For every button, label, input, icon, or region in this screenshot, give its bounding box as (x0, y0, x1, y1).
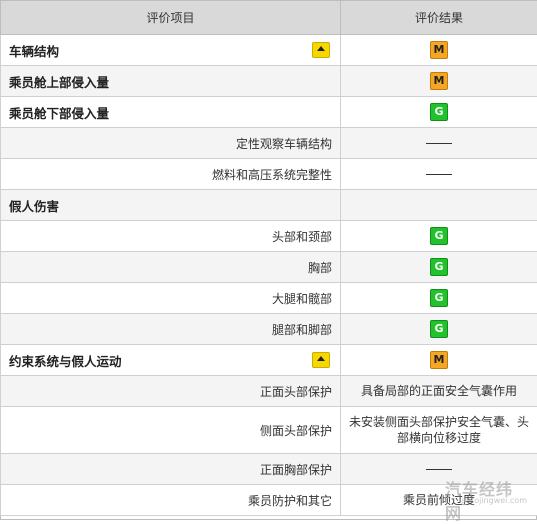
category-label: 约束系统与假人运动 (9, 351, 122, 370)
subitem-cell: 燃料和高压系统完整性 (1, 159, 341, 190)
expand-up-arrow-icon[interactable] (312, 42, 330, 58)
subitem-cell: 胸部 (1, 252, 341, 283)
category-cell: 车辆结构 (1, 35, 341, 66)
result-cell: G (341, 314, 537, 345)
rating-badge-g: G (430, 103, 448, 121)
rating-badge-m: M (430, 72, 448, 90)
subitem-label: 定性观察车辆结构 (236, 137, 332, 151)
table-row: 腿部和脚部 G (1, 314, 537, 345)
result-cell: 未安装侧面头部保护安全气囊、头部横向位移过度 (341, 407, 537, 454)
result-cell (341, 128, 537, 159)
result-text: 未安装侧面头部保护安全气囊、头部横向位移过度 (349, 414, 529, 446)
category-label: 乘员舱下部侵入量 (9, 103, 109, 122)
result-cell (341, 159, 537, 190)
result-cell: G (341, 252, 537, 283)
result-cell (341, 454, 537, 485)
table-row: 假人伤害 (1, 190, 537, 221)
table-row: 约束系统与假人运动 M (1, 345, 537, 376)
table-row: 燃料和高压系统完整性 (1, 159, 537, 190)
subitem-cell: 定性观察车辆结构 (1, 128, 341, 159)
subitem-label: 腿部和脚部 (272, 323, 332, 337)
rating-badge-g: G (430, 258, 448, 276)
subitem-cell: 大腿和髋部 (1, 283, 341, 314)
subitem-label: 正面胸部保护 (260, 463, 332, 477)
subitem-label: 胸部 (308, 261, 332, 275)
result-cell: 具备局部的正面安全气囊作用 (341, 376, 537, 407)
result-cell: M (341, 66, 537, 97)
table-row: 大腿和髋部 G (1, 283, 537, 314)
result-cell: M (341, 345, 537, 376)
header-item: 评价项目 (1, 1, 341, 35)
subitem-cell: 腿部和脚部 (1, 314, 341, 345)
category-label: 乘员舱上部侵入量 (9, 72, 109, 91)
result-text: 乘员前倾过度 (403, 492, 475, 508)
category-label: 假人伤害 (9, 196, 59, 215)
rating-badge-m: M (430, 41, 448, 59)
rating-badge-m: M (430, 351, 448, 369)
rating-badge-g: G (430, 320, 448, 338)
table-row: 胸部 G (1, 252, 537, 283)
result-text: 具备局部的正面安全气囊作用 (361, 383, 517, 399)
rating-badge-g: G (430, 227, 448, 245)
subitem-label: 头部和颈部 (272, 230, 332, 244)
subitem-label: 燃料和高压系统完整性 (212, 168, 332, 182)
result-cell: G (341, 97, 537, 128)
no-rating-dash (426, 469, 452, 470)
table-row: 车辆结构 M (1, 35, 537, 66)
result-cell: G (341, 283, 537, 314)
category-label: 车辆结构 (9, 41, 59, 60)
header-result: 评价结果 (341, 1, 537, 35)
table-row: 正面胸部保护 (1, 454, 537, 485)
subitem-cell: 头部和颈部 (1, 221, 341, 252)
category-cell: 乘员舱下部侵入量 (1, 97, 341, 128)
subitem-cell: 正面胸部保护 (1, 454, 341, 485)
table-row: 乘员舱下部侵入量 G (1, 97, 537, 128)
table-row: 定性观察车辆结构 (1, 128, 537, 159)
category-cell: 乘员舱上部侵入量 (1, 66, 341, 97)
table-row: 正面头部保护 具备局部的正面安全气囊作用 (1, 376, 537, 407)
subitem-cell: 侧面头部保护 (1, 407, 341, 454)
category-cell: 约束系统与假人运动 (1, 345, 341, 376)
expand-up-arrow-icon[interactable] (312, 352, 330, 368)
table-header-row: 评价项目 评价结果 (1, 1, 537, 35)
table-row: 乘员防护和其它 乘员前倾过度 (1, 485, 537, 516)
table-row: 头部和颈部 G (1, 221, 537, 252)
subitem-cell: 乘员防护和其它 (1, 485, 341, 516)
subitem-label: 正面头部保护 (260, 385, 332, 399)
result-cell (341, 190, 537, 221)
result-cell: M (341, 35, 537, 66)
table-row: 乘员舱上部侵入量 M (1, 66, 537, 97)
category-cell: 假人伤害 (1, 190, 341, 221)
rating-badge-g: G (430, 289, 448, 307)
result-cell: 乘员前倾过度 (341, 485, 537, 516)
subitem-label: 大腿和髋部 (272, 292, 332, 306)
result-cell: G (341, 221, 537, 252)
table-row: 侧面头部保护 未安装侧面头部保护安全气囊、头部横向位移过度 (1, 407, 537, 454)
subitem-cell: 正面头部保护 (1, 376, 341, 407)
no-rating-dash (426, 174, 452, 175)
no-rating-dash (426, 143, 452, 144)
assessment-table: 评价项目 评价结果 车辆结构 M 乘员舱上部侵入量 M 乘员舱下部侵入量 G 定性观察车辆结… (0, 0, 537, 516)
subitem-label: 乘员防护和其它 (248, 494, 332, 508)
subitem-label: 侧面头部保护 (260, 424, 332, 438)
